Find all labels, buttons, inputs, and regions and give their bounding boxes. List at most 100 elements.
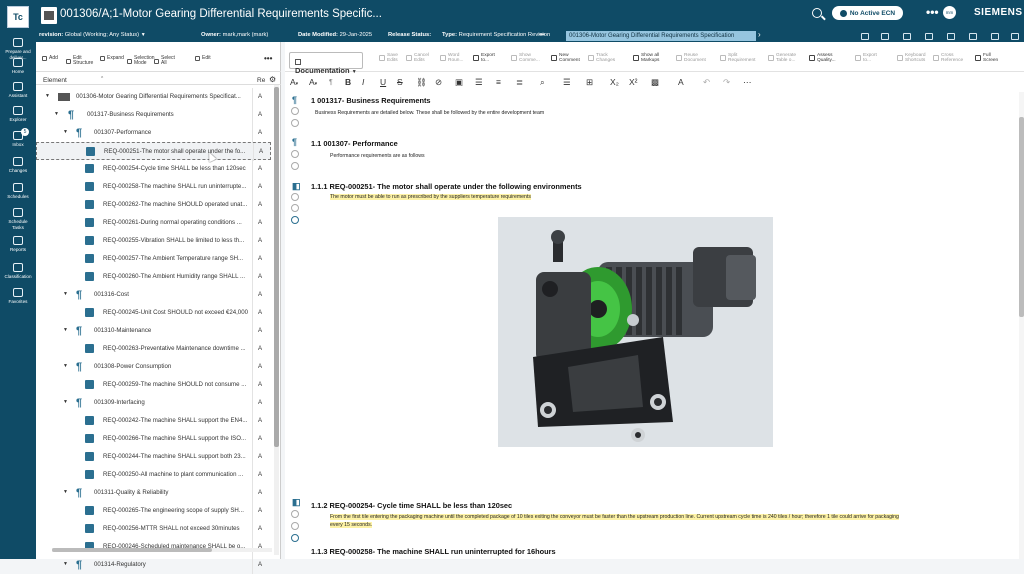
scrollbar-thumb[interactable] bbox=[1019, 117, 1024, 317]
new-comment-button[interactable]: New Comment bbox=[551, 53, 580, 63]
more-format-button[interactable]: ⋯ bbox=[743, 78, 752, 87]
clipboard-icon[interactable] bbox=[903, 33, 911, 40]
tree-row[interactable]: REQ-000245-Unit Cost SHOULD not exceed €… bbox=[36, 304, 271, 322]
nav-item-favorites[interactable]: Favorites bbox=[0, 288, 36, 305]
user-avatar[interactable]: mm bbox=[943, 6, 956, 19]
documentation-dropdown[interactable]: Documentation ▼ bbox=[289, 52, 363, 75]
track-changes-button[interactable]: Track Changes bbox=[588, 53, 615, 63]
tree-row[interactable]: REQ-000242-The machine SHALL support the… bbox=[36, 412, 271, 430]
save-edits-button[interactable]: Save Edits bbox=[379, 53, 398, 63]
align-icon[interactable]: ≣ bbox=[516, 78, 523, 87]
tree-row[interactable]: ▼ ¶ 001316-Cost A bbox=[36, 286, 271, 304]
expand-toggle-icon[interactable]: ▼ bbox=[63, 399, 68, 405]
font-color-button[interactable]: A▾ bbox=[290, 78, 298, 89]
select-all-button[interactable]: Select All bbox=[154, 55, 175, 67]
tree-row[interactable]: REQ-000260-The Ambient Humidity range SH… bbox=[36, 268, 271, 286]
assess-quality-button[interactable]: Assess Quality... bbox=[809, 53, 836, 63]
properties-icon[interactable] bbox=[1011, 33, 1019, 40]
nav-item-schedule-tasks[interactable]: Schedule Tasks bbox=[0, 208, 36, 230]
toolbar-more-button[interactable]: ••• bbox=[264, 54, 272, 62]
selection-mode-button[interactable]: Selection Mode bbox=[127, 55, 155, 67]
tree-row[interactable]: REQ-000259-The machine SHOULD not consum… bbox=[36, 376, 271, 394]
expand-toggle-icon[interactable]: ▼ bbox=[63, 561, 68, 567]
add-button[interactable]: Add bbox=[42, 55, 58, 62]
text-color-icon[interactable]: A bbox=[678, 78, 684, 87]
scrollbar-thumb[interactable] bbox=[274, 87, 279, 447]
clear-format-icon[interactable]: ⊘ bbox=[435, 78, 442, 87]
font-size-button[interactable]: A▾ bbox=[309, 78, 317, 89]
tree-row[interactable]: REQ-000262-The machine SHOULD operated u… bbox=[36, 196, 271, 214]
reuse-document-button[interactable]: Reuse Document bbox=[676, 53, 706, 63]
breadcrumb-tag[interactable]: 001306-Motor Gearing Differential Requir… bbox=[566, 31, 756, 41]
export-to-alt-button[interactable]: Export to... bbox=[855, 53, 877, 63]
undo-icon[interactable]: ↶ bbox=[703, 78, 710, 87]
revision-column-header[interactable]: Re bbox=[257, 77, 265, 84]
expand-toggle-icon[interactable]: ▼ bbox=[63, 327, 68, 333]
trace-link-icon[interactable] bbox=[291, 534, 299, 542]
list-icon[interactable]: ☰ bbox=[475, 78, 483, 87]
sort-arrow-icon[interactable]: ⌃ bbox=[100, 76, 104, 82]
superscript-button[interactable]: X² bbox=[629, 78, 638, 87]
sidebar-icon[interactable] bbox=[991, 33, 999, 40]
table-icon[interactable]: ⊞ bbox=[586, 78, 593, 87]
trace-link-icon[interactable] bbox=[291, 216, 299, 224]
expand-toggle-icon[interactable]: ▼ bbox=[63, 363, 68, 369]
bold-button[interactable]: B bbox=[345, 78, 351, 87]
paragraph-icon[interactable]: ¶ bbox=[292, 95, 297, 105]
italic-button[interactable]: I bbox=[362, 78, 364, 87]
tree-row[interactable]: ▼ ¶ 001308-Power Consumption A bbox=[36, 358, 271, 376]
tree-vertical-scrollbar[interactable] bbox=[274, 85, 279, 555]
split-requirement-button[interactable]: Split Requirement bbox=[720, 53, 755, 63]
redo-icon[interactable]: ↷ bbox=[723, 78, 730, 87]
expand-toggle-icon[interactable]: ▼ bbox=[54, 111, 59, 117]
tree-row[interactable]: REQ-000250-All machine to plant communic… bbox=[36, 466, 271, 484]
panel-icon[interactable] bbox=[969, 33, 977, 40]
tree-row[interactable]: ▼ ¶ 001309-Interfacing A bbox=[36, 394, 271, 412]
scrollbar-thumb[interactable] bbox=[52, 548, 212, 552]
edit-button[interactable]: Edit bbox=[195, 55, 211, 62]
column-settings-icon[interactable]: ⚙ bbox=[269, 75, 276, 84]
comment-icon[interactable] bbox=[291, 162, 299, 170]
tree-row[interactable]: REQ-000256-MTTR SHALL not exceed 30minut… bbox=[36, 520, 271, 538]
nav-item-explorer[interactable]: Explorer bbox=[0, 106, 36, 123]
comment-icon[interactable] bbox=[291, 204, 299, 212]
generate-table-button[interactable]: Generate Table o... bbox=[768, 53, 796, 63]
nav-item-changes[interactable]: Changes bbox=[0, 157, 36, 174]
document-scrollbar[interactable] bbox=[1019, 92, 1024, 559]
layout-icon[interactable] bbox=[947, 33, 955, 40]
tree-row[interactable]: ▼ ¶ 001317-Business Requirements A bbox=[36, 106, 271, 124]
full-screen-button[interactable]: Full Screen bbox=[975, 53, 998, 63]
tree-row[interactable]: REQ-000263-Preventative Maintenance down… bbox=[36, 340, 271, 358]
comment-icon[interactable] bbox=[291, 119, 299, 127]
tree-row[interactable]: ▼ ¶ 001311-Quality & Reliability A bbox=[36, 484, 271, 502]
edit-structure-button[interactable]: Edit Structure bbox=[66, 55, 93, 67]
show-all-markups-button[interactable]: Show all Markups bbox=[633, 53, 659, 63]
add-icon[interactable] bbox=[291, 150, 299, 158]
tree-row[interactable]: REQ-000255-Vibration SHALL be limited to… bbox=[36, 232, 271, 250]
tree-row[interactable]: REQ-000246-Scheduled maintenance SHALL b… bbox=[36, 538, 271, 556]
comment-icon[interactable] bbox=[291, 522, 299, 530]
strikethrough-button[interactable]: S bbox=[397, 78, 403, 87]
nav-item-reports[interactable]: Reports bbox=[0, 236, 36, 253]
nav-item-assistant[interactable]: Assistant bbox=[0, 82, 36, 99]
image-icon[interactable]: ▣ bbox=[455, 78, 463, 87]
tree-row[interactable]: ▼ 001306-Motor Gearing Differential Requi… bbox=[36, 88, 271, 106]
tree-row[interactable]: ▼ ¶ 001310-Maintenance A bbox=[36, 322, 271, 340]
active-ecn-badge[interactable]: No Active ECN bbox=[832, 6, 903, 20]
teamcenter-logo[interactable]: Tc bbox=[7, 6, 29, 28]
nav-item-schedules[interactable]: Schedules bbox=[0, 183, 36, 200]
tree-row[interactable]: REQ-000251-The motor shall operate under… bbox=[36, 142, 271, 163]
align-dropdown-icon[interactable]: ☰ bbox=[563, 78, 571, 87]
requirement-icon[interactable]: ◧ bbox=[292, 497, 301, 508]
info-more-button[interactable]: ••• bbox=[539, 32, 545, 38]
tree-row[interactable]: REQ-000257-The Ambient Temperature range… bbox=[36, 250, 271, 268]
add-icon[interactable] bbox=[291, 510, 299, 518]
expand-toggle-icon[interactable]: ▼ bbox=[45, 93, 50, 99]
nav-item-classification[interactable]: Classification bbox=[0, 263, 36, 280]
tree-row[interactable]: REQ-000258-The machine SHALL run uninter… bbox=[36, 178, 271, 196]
tree-row[interactable]: REQ-000261-During normal operating condi… bbox=[36, 214, 271, 232]
nav-item-home[interactable]: Home bbox=[0, 58, 36, 75]
tree-row[interactable]: REQ-000244-The machine SHALL support bot… bbox=[36, 448, 271, 466]
nav-item-inbox[interactable]: Inbox 5 bbox=[0, 128, 36, 148]
numbered-list-icon[interactable]: ≡ bbox=[496, 78, 501, 87]
